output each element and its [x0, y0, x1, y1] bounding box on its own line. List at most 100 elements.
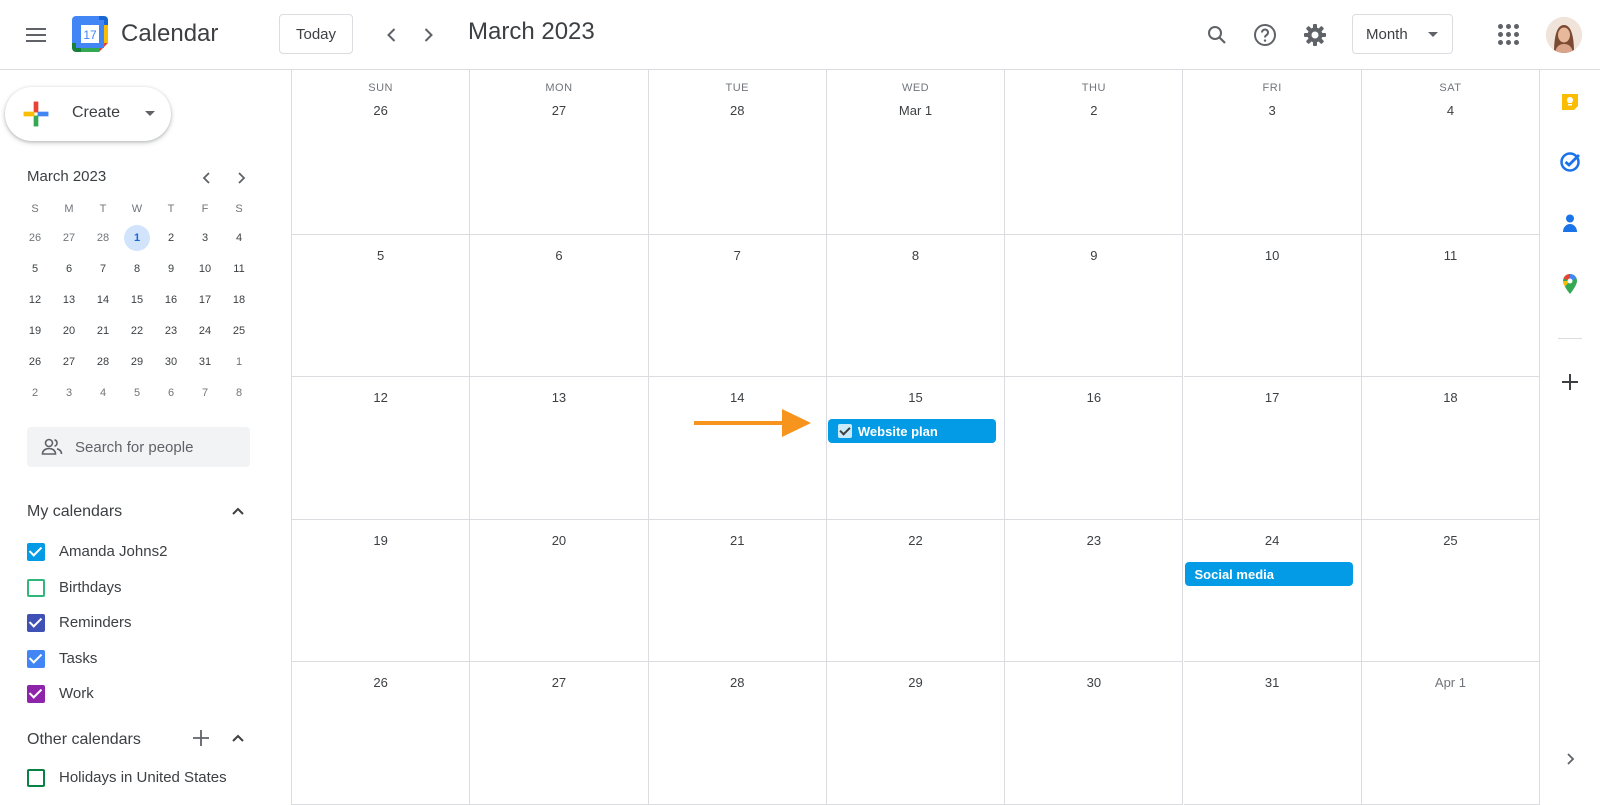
mini-calendar-day[interactable]: 6	[154, 377, 188, 408]
day-number[interactable]: Apr 1	[1362, 675, 1539, 690]
day-cell[interactable]: 22	[826, 520, 1006, 662]
calendar-event[interactable]: Website plan	[827, 419, 997, 443]
mini-calendar-day[interactable]: 26	[18, 222, 52, 253]
day-cell[interactable]: Apr 1	[1361, 662, 1541, 805]
calendar-checkbox[interactable]	[27, 769, 45, 787]
day-number[interactable]: 19	[292, 533, 469, 548]
other-calendars-title[interactable]: Other calendars	[27, 731, 141, 749]
calendar-list-item[interactable]: Holidays in United States	[24, 763, 264, 793]
calendar-list-item[interactable]: Work	[24, 679, 264, 709]
add-other-calendar-button[interactable]	[189, 726, 213, 750]
add-addon-icon[interactable]	[1558, 370, 1582, 394]
help-button[interactable]	[1247, 17, 1283, 53]
day-cell[interactable]: 29	[826, 662, 1006, 805]
mini-calendar-day[interactable]: 17	[188, 284, 222, 315]
dropdown-caret-icon[interactable]	[145, 111, 155, 116]
day-cell[interactable]: 31	[1183, 662, 1362, 805]
mini-calendar-day[interactable]: 28	[86, 222, 120, 253]
mini-calendar-day[interactable]: 22	[120, 315, 154, 346]
mini-calendar-day[interactable]: 30	[154, 346, 188, 377]
day-number[interactable]: 27	[470, 103, 647, 118]
day-number[interactable]: 14	[649, 390, 826, 405]
day-number[interactable]: 15	[827, 390, 1004, 405]
calendar-checkbox[interactable]	[27, 543, 45, 561]
day-cell[interactable]: MON 27	[470, 70, 649, 235]
mini-calendar-day[interactable]: 5	[120, 377, 154, 408]
mini-calendar-day[interactable]: 9	[154, 253, 188, 284]
mini-calendar-day[interactable]: 2	[154, 222, 188, 253]
day-number[interactable]: 10	[1184, 248, 1361, 263]
day-cell[interactable]: SUN 26	[292, 70, 471, 235]
mini-calendar-day[interactable]: 19	[18, 315, 52, 346]
mini-calendar-day[interactable]: 7	[188, 377, 222, 408]
mini-calendar-day[interactable]: 10	[188, 253, 222, 284]
day-number[interactable]: 2	[1005, 103, 1182, 118]
day-cell[interactable]: 10	[1183, 235, 1362, 377]
day-number[interactable]: 26	[292, 103, 469, 118]
calendar-checkbox[interactable]	[27, 685, 45, 704]
calendar-list-item[interactable]: Birthdays	[24, 573, 264, 603]
day-number[interactable]: 4	[1362, 103, 1539, 118]
day-cell[interactable]: 24	[1183, 520, 1362, 662]
day-cell[interactable]: 20	[470, 520, 649, 662]
day-number[interactable]: 7	[649, 248, 826, 263]
day-number[interactable]: 12	[292, 390, 469, 405]
day-cell[interactable]: 9	[1005, 235, 1184, 377]
people-search-input[interactable]	[75, 427, 245, 467]
day-cell[interactable]: 13	[470, 377, 649, 520]
mini-calendar-day[interactable]: 21	[86, 315, 120, 346]
calendar-list-item[interactable]: Amanda Johns2	[24, 537, 264, 567]
mini-calendar-day[interactable]: 8	[120, 253, 154, 284]
mini-calendar-day[interactable]: 18	[222, 284, 256, 315]
day-cell[interactable]: SAT 4	[1361, 70, 1541, 235]
day-cell[interactable]: 11	[1361, 235, 1541, 377]
day-number[interactable]: 11	[1362, 248, 1539, 263]
search-button[interactable]	[1199, 17, 1235, 53]
day-cell[interactable]: 5	[292, 235, 471, 377]
google-apps-icon[interactable]	[1496, 22, 1520, 46]
day-cell[interactable]: 17	[1183, 377, 1362, 520]
mini-calendar-day[interactable]: 13	[52, 284, 86, 315]
day-cell[interactable]: FRI 3	[1183, 70, 1362, 235]
mini-calendar-day[interactable]: 1	[120, 222, 154, 253]
account-avatar[interactable]	[1546, 17, 1582, 53]
day-number[interactable]: 26	[292, 675, 469, 690]
day-cell[interactable]: 26	[292, 662, 471, 805]
calendar-checkbox[interactable]	[27, 649, 45, 668]
day-cell[interactable]: 28	[648, 662, 827, 805]
mini-calendar-day[interactable]: 2	[18, 377, 52, 408]
mini-calendar-day[interactable]: 12	[18, 284, 52, 315]
mini-calendar-day[interactable]: 14	[86, 284, 120, 315]
day-cell[interactable]: 25	[1361, 520, 1541, 662]
contacts-icon[interactable]	[1558, 211, 1582, 235]
mini-calendar-day[interactable]: 31	[188, 346, 222, 377]
day-number[interactable]: 22	[827, 533, 1004, 548]
day-cell[interactable]: 7	[648, 235, 827, 377]
day-cell[interactable]: 16	[1005, 377, 1184, 520]
day-number[interactable]: 29	[827, 675, 1004, 690]
main-menu-icon[interactable]	[16, 15, 56, 55]
day-cell[interactable]: THU 2	[1005, 70, 1184, 235]
day-number[interactable]: 28	[649, 675, 826, 690]
maps-icon[interactable]	[1558, 272, 1582, 296]
mini-calendar-day[interactable]: 8	[222, 377, 256, 408]
mini-calendar-day[interactable]: 1	[222, 346, 256, 377]
mini-calendar-day[interactable]: 5	[18, 253, 52, 284]
calendar-checkbox[interactable]	[27, 614, 45, 633]
today-button[interactable]: Today	[279, 14, 353, 54]
day-cell[interactable]: 27	[470, 662, 649, 805]
day-cell[interactable]: 12	[292, 377, 471, 520]
mini-calendar-day[interactable]: 27	[52, 346, 86, 377]
mini-calendar-day[interactable]: 4	[86, 377, 120, 408]
day-number[interactable]: 5	[292, 248, 469, 263]
mini-calendar-next-button[interactable]	[227, 164, 255, 192]
day-cell[interactable]: 15	[826, 377, 1006, 520]
mini-calendar-day[interactable]: 25	[222, 315, 256, 346]
day-number[interactable]: Mar 1	[827, 103, 1004, 118]
settings-button[interactable]	[1297, 17, 1333, 53]
collapse-my-calendars-button[interactable]	[226, 499, 250, 523]
mini-calendar-day[interactable]: 27	[52, 222, 86, 253]
day-cell[interactable]: 8	[826, 235, 1006, 377]
mini-calendar-day[interactable]: 15	[120, 284, 154, 315]
calendar-list-item[interactable]: Tasks	[24, 644, 264, 674]
